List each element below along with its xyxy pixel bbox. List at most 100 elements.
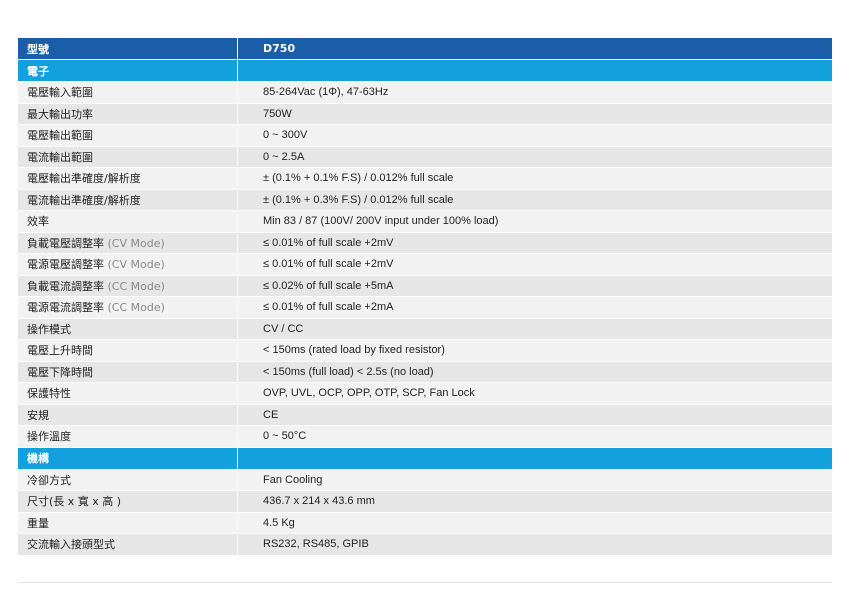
header-label: 型號 — [18, 38, 238, 60]
section-title: 機構 — [18, 447, 238, 470]
spec-mode: (CC Mode) — [107, 279, 165, 293]
spec-row: 電壓輸出範圍 0 ~ 300V — [18, 125, 832, 147]
spec-value: OVP, UVL, OCP, OPP, OTP, SCP, Fan Lock — [238, 383, 832, 405]
spec-label: 操作模式 — [27, 322, 71, 336]
spec-row: 電流輸出準確度/解析度 ± (0.1% + 0.3% F.S) / 0.012% … — [18, 189, 832, 211]
spec-value: 0 ~ 2.5A — [238, 146, 832, 168]
spec-value: ± (0.1% + 0.1% F.S) / 0.012% full scale — [238, 168, 832, 190]
model-name: D750 — [238, 38, 832, 60]
spec-label: 尺寸(長 x 寬 x 高 ) — [27, 495, 122, 509]
spec-value: ≤ 0.01% of full scale +2mA — [238, 297, 832, 319]
spec-value: RS232, RS485, GPIB — [238, 534, 832, 556]
spec-row: 電壓上升時間 < 150ms (rated load by fixed resis… — [18, 340, 832, 362]
spec-label-cell: 操作溫度 — [18, 426, 238, 448]
spec-value: CV / CC — [238, 318, 832, 340]
spec-label-cell: 電流輸出準確度/解析度 — [18, 189, 238, 211]
spec-label-cell: 電流輸出範圍 — [18, 146, 238, 168]
spec-value: 436.7 x 214 x 43.6 mm — [238, 491, 832, 513]
section-title: 電子 — [18, 60, 238, 82]
spec-label: 電源電流調整率 — [27, 301, 104, 315]
spec-row: 電壓輸出準確度/解析度 ± (0.1% + 0.1% F.S) / 0.012% … — [18, 168, 832, 190]
spec-label-cell: 電壓輸出範圍 — [18, 125, 238, 147]
spec-label-cell: 電壓上升時間 — [18, 340, 238, 362]
spec-value: ± (0.1% + 0.3% F.S) / 0.012% full scale — [238, 189, 832, 211]
spec-label-cell: 重量 — [18, 512, 238, 534]
spec-label: 負載電壓調整率 — [27, 236, 104, 250]
spec-value: 85-264Vac (1Φ), 47-63Hz — [238, 82, 832, 104]
spec-label: 電流輸出準確度/解析度 — [27, 193, 141, 207]
spec-value: 4.5 Kg — [238, 512, 832, 534]
spec-row: 操作溫度 0 ~ 50°C — [18, 426, 832, 448]
spec-label: 最大輸出功率 — [27, 107, 93, 121]
spec-label: 電壓輸出範圍 — [27, 129, 93, 143]
section-row: 電子 — [18, 60, 832, 82]
spec-label: 電壓輸入範圍 — [27, 86, 93, 100]
spec-label-cell: 交流輸入接頭型式 — [18, 534, 238, 556]
spec-label: 保護特性 — [27, 387, 71, 401]
spec-row: 負載電壓調整率 (CV Mode) ≤ 0.01% of full scale +… — [18, 232, 832, 254]
spec-row: 電壓輸入範圍 85-264Vac (1Φ), 47-63Hz — [18, 82, 832, 104]
spec-row: 電壓下降時間 < 150ms (full load) < 2.5s (no loa… — [18, 361, 832, 383]
spec-label-cell: 尺寸(長 x 寬 x 高 ) — [18, 491, 238, 513]
spec-row: 重量 4.5 Kg — [18, 512, 832, 534]
spec-value: Min 83 / 87 (100V/ 200V input under 100%… — [238, 211, 832, 233]
spec-value: CE — [238, 404, 832, 426]
spec-label-cell: 最大輸出功率 — [18, 103, 238, 125]
spec-label-cell: 安規 — [18, 404, 238, 426]
spec-label: 電壓上升時間 — [27, 344, 93, 358]
section-title-filler — [238, 60, 832, 82]
spec-row: 安規 CE — [18, 404, 832, 426]
spec-label: 交流輸入接頭型式 — [27, 538, 115, 552]
spec-value: < 150ms (full load) < 2.5s (no load) — [238, 361, 832, 383]
spec-label: 負載電流調整率 — [27, 279, 104, 293]
spec-label-cell: 電壓輸出準確度/解析度 — [18, 168, 238, 190]
spec-table: 型號 D750 電子 電壓輸入範圍 85-264Vac (1Φ), 47-63Hz 最… — [18, 38, 832, 556]
spec-value: Fan Cooling — [238, 469, 832, 491]
spec-value: ≤ 0.01% of full scale +2mV — [238, 232, 832, 254]
spec-label: 電壓輸出準確度/解析度 — [27, 172, 141, 186]
spec-row: 電源電流調整率 (CC Mode) ≤ 0.01% of full scale +… — [18, 297, 832, 319]
spec-mode: (CC Mode) — [107, 301, 165, 315]
spec-value: 0 ~ 50°C — [238, 426, 832, 448]
spec-row: 最大輸出功率 750W — [18, 103, 832, 125]
spec-row: 尺寸(長 x 寬 x 高 ) 436.7 x 214 x 43.6 mm — [18, 491, 832, 513]
spec-row: 電源電壓調整率 (CV Mode) ≤ 0.01% of full scale +… — [18, 254, 832, 276]
spec-label-cell: 電壓下降時間 — [18, 361, 238, 383]
spec-label: 電流輸出範圍 — [27, 150, 93, 164]
spec-label-cell: 效率 — [18, 211, 238, 233]
spec-label-cell: 負載電流調整率 (CC Mode) — [18, 275, 238, 297]
spec-value: ≤ 0.01% of full scale +2mV — [238, 254, 832, 276]
spec-label: 重量 — [27, 516, 49, 530]
spec-label: 電壓下降時間 — [27, 365, 93, 379]
spec-label-cell: 冷卻方式 — [18, 469, 238, 491]
header-row: 型號 D750 — [18, 38, 832, 60]
spec-row: 保護特性 OVP, UVL, OCP, OPP, OTP, SCP, Fan Lo… — [18, 383, 832, 405]
spec-label: 效率 — [27, 215, 49, 229]
spec-row: 效率 Min 83 / 87 (100V/ 200V input under 10… — [18, 211, 832, 233]
spec-label-cell: 保護特性 — [18, 383, 238, 405]
spec-row: 冷卻方式 Fan Cooling — [18, 469, 832, 491]
spec-value: 750W — [238, 103, 832, 125]
spec-label-cell: 電源電壓調整率 (CV Mode) — [18, 254, 238, 276]
spec-label: 冷卻方式 — [27, 473, 71, 487]
section-row: 機構 — [18, 447, 832, 470]
spec-value: 0 ~ 300V — [238, 125, 832, 147]
section-title-filler — [238, 447, 832, 470]
spec-value: < 150ms (rated load by fixed resistor) — [238, 340, 832, 362]
spec-row: 電流輸出範圍 0 ~ 2.5A — [18, 146, 832, 168]
spec-label: 電源電壓調整率 — [27, 258, 104, 272]
spec-row: 操作模式 CV / CC — [18, 318, 832, 340]
spec-label-cell: 操作模式 — [18, 318, 238, 340]
spec-row: 交流輸入接頭型式 RS232, RS485, GPIB — [18, 534, 832, 556]
spec-row: 負載電流調整率 (CC Mode) ≤ 0.02% of full scale +… — [18, 275, 832, 297]
spec-label-cell: 電源電流調整率 (CC Mode) — [18, 297, 238, 319]
spec-label: 安規 — [27, 408, 49, 422]
spec-mode: (CV Mode) — [107, 258, 165, 272]
spec-table-body: 型號 D750 電子 電壓輸入範圍 85-264Vac (1Φ), 47-63Hz 最… — [18, 38, 832, 556]
bottom-divider — [18, 582, 832, 583]
spec-value: ≤ 0.02% of full scale +5mA — [238, 275, 832, 297]
spec-label: 操作溫度 — [27, 430, 71, 444]
spec-label-cell: 電壓輸入範圍 — [18, 82, 238, 104]
spec-label-cell: 負載電壓調整率 (CV Mode) — [18, 232, 238, 254]
spec-mode: (CV Mode) — [107, 236, 165, 250]
